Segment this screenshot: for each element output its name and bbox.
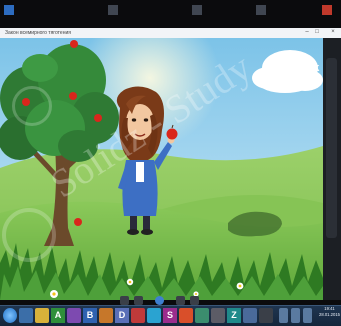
video-scene[interactable]: infourok TV Solidz - Study xyxy=(0,38,323,300)
taskbar-app-a[interactable]: A xyxy=(51,308,65,323)
taskbar-clock[interactable]: 19:41 28.01.2015 xyxy=(318,306,341,318)
watermark-logo xyxy=(12,86,52,126)
rewind-button[interactable] xyxy=(134,296,143,305)
taskbar-app-icon[interactable] xyxy=(243,308,257,323)
tray-icon[interactable] xyxy=(279,308,288,323)
close-button[interactable]: × xyxy=(328,29,338,36)
toolbar-icon[interactable] xyxy=(192,5,202,15)
clock-date: 28.01.2015 xyxy=(319,312,340,317)
close-icon[interactable] xyxy=(322,5,332,15)
held-apple xyxy=(166,128,178,140)
maximize-button[interactable]: □ xyxy=(312,29,322,36)
taskbar-app-icon[interactable] xyxy=(195,308,209,323)
taskbar-app-icon[interactable] xyxy=(19,308,33,323)
infourok-logo-sup: TV xyxy=(312,62,318,67)
taskbar-app-s[interactable]: S xyxy=(163,308,177,323)
play-button[interactable] xyxy=(155,296,164,305)
top-panel xyxy=(0,0,341,28)
scrollbar-thumb[interactable] xyxy=(326,58,337,238)
scrollbar[interactable] xyxy=(323,38,341,300)
toolbar-icon[interactable] xyxy=(108,5,118,15)
taskbar-app-icon[interactable] xyxy=(131,308,145,323)
taskbar-app-z[interactable]: Z xyxy=(227,308,241,323)
taskbar: A B D S Z xyxy=(0,305,341,326)
start-button[interactable] xyxy=(3,308,17,323)
next-button[interactable] xyxy=(190,296,199,305)
app-icon xyxy=(4,5,14,15)
taskbar-app-icon[interactable] xyxy=(179,308,193,323)
tray-icon[interactable] xyxy=(291,308,300,323)
taskbar-app-icon[interactable] xyxy=(99,308,113,323)
taskbar-app-icon[interactable] xyxy=(211,308,225,323)
toolbar-icon[interactable] xyxy=(256,5,266,15)
taskbar-app-icon[interactable] xyxy=(67,308,81,323)
window-title: Закон всемирного тяготения xyxy=(5,30,71,36)
forward-button[interactable] xyxy=(176,296,185,305)
taskbar-app-icon[interactable] xyxy=(35,308,49,323)
scene-art xyxy=(0,38,323,300)
taskbar-app-b[interactable]: B xyxy=(83,308,97,323)
watermark-logo xyxy=(2,208,56,262)
previous-button[interactable] xyxy=(120,296,129,305)
taskbar-app-icon[interactable] xyxy=(147,308,161,323)
taskbar-app-d[interactable]: D xyxy=(115,308,129,323)
tray-icon[interactable] xyxy=(303,308,312,323)
taskbar-app-icon[interactable] xyxy=(259,308,273,323)
minimize-button[interactable]: – xyxy=(302,29,312,36)
